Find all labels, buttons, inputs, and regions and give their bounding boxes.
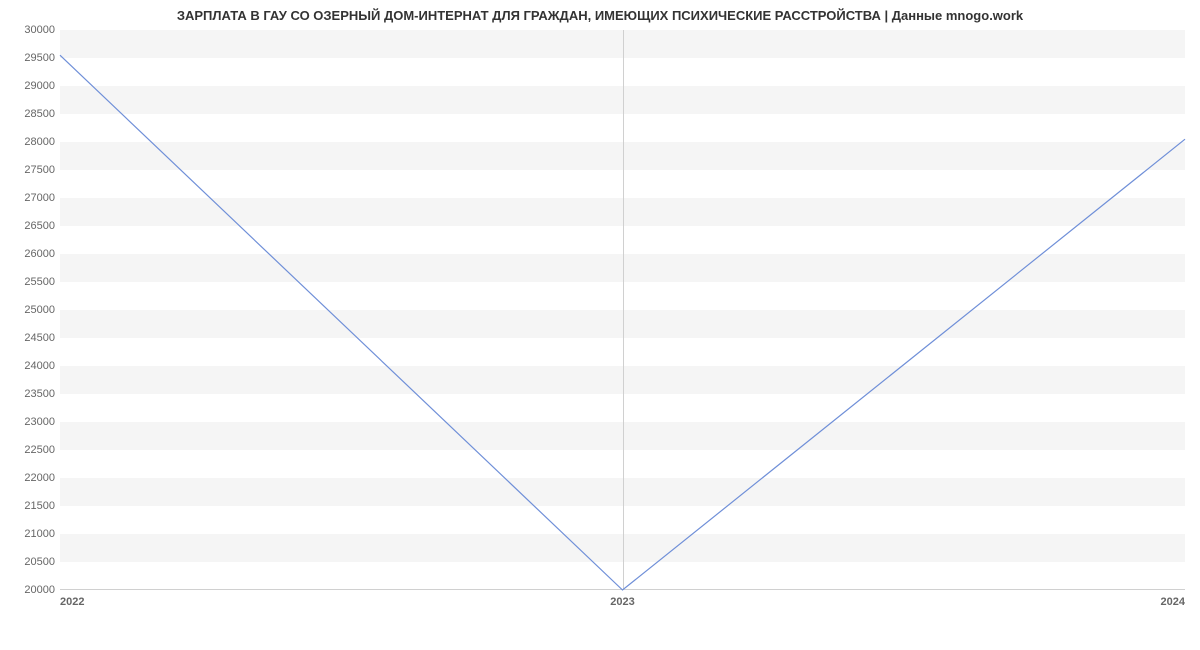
y-tick-label: 23000 (15, 416, 55, 428)
y-tick-label: 29500 (15, 52, 55, 64)
y-tick-label: 22500 (15, 444, 55, 456)
y-tick-label: 25000 (15, 304, 55, 316)
y-tick-label: 27000 (15, 192, 55, 204)
x-tick-label: 2024 (1161, 596, 1185, 608)
y-tick-label: 30000 (15, 24, 55, 36)
chart-title: ЗАРПЛАТА В ГАУ СО ОЗЕРНЫЙ ДОМ-ИНТЕРНАТ Д… (0, 8, 1200, 23)
y-tick-label: 26500 (15, 220, 55, 232)
y-tick-label: 20500 (15, 556, 55, 568)
y-tick-label: 28500 (15, 108, 55, 120)
y-tick-label: 28000 (15, 136, 55, 148)
x-tick-label: 2022 (60, 596, 84, 608)
y-tick-label: 23500 (15, 388, 55, 400)
y-tick-label: 29000 (15, 80, 55, 92)
y-tick-label: 21000 (15, 528, 55, 540)
y-tick-label: 22000 (15, 472, 55, 484)
x-tick-label: 2023 (610, 596, 634, 608)
y-tick-label: 25500 (15, 276, 55, 288)
line-series (60, 30, 1185, 590)
y-tick-label: 24500 (15, 332, 55, 344)
y-tick-label: 21500 (15, 500, 55, 512)
y-tick-label: 24000 (15, 360, 55, 372)
plot-area: 2000020500210002150022000225002300023500… (60, 30, 1185, 590)
y-tick-label: 27500 (15, 164, 55, 176)
y-tick-label: 26000 (15, 248, 55, 260)
y-tick-label: 20000 (15, 584, 55, 596)
